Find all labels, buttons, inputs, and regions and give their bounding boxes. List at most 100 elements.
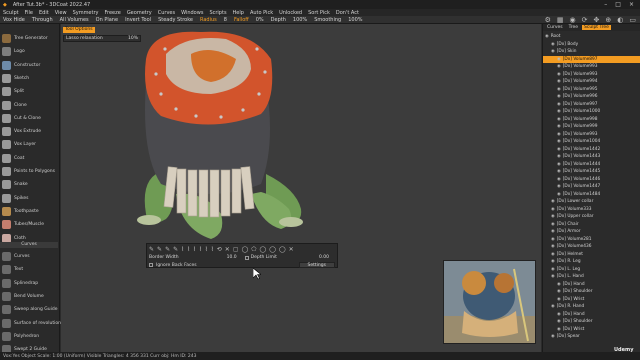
all-volumes-toggle[interactable]: All Volumes [60, 17, 89, 23]
smoothing-value[interactable]: 100% [348, 17, 362, 23]
falloff-label[interactable]: Falloff [234, 17, 249, 23]
tree-row[interactable]: ◉ [Dx] Volume436 [543, 243, 640, 250]
tree-row[interactable]: ◉ [Dx] Volume993 [543, 63, 640, 70]
curves-section-header[interactable]: Curves [0, 242, 58, 248]
visibility-eye-icon[interactable]: ◉ [557, 327, 561, 332]
rotate-icon[interactable]: ⟳ [582, 16, 588, 24]
layout-icon[interactable]: ▭ [629, 16, 636, 24]
visibility-eye-icon[interactable]: ◉ [545, 34, 549, 39]
tool-item[interactable]: Constructor [0, 59, 58, 72]
tree-row[interactable]: ◉ [Dx] L. Hand [543, 273, 640, 280]
visibility-eye-icon[interactable]: ◉ [557, 192, 561, 197]
tree-row[interactable]: ◉ [Dx] Volume994 [543, 78, 640, 85]
tree-row[interactable]: ◉ [Dx] Wrist [543, 296, 640, 303]
tool-item[interactable]: Sketch [0, 72, 58, 85]
tool-item[interactable]: Points to Polygons [0, 165, 58, 178]
menu-item[interactable]: Symmetry [73, 10, 99, 16]
radius-value[interactable]: 8 [224, 17, 227, 23]
visibility-eye-icon[interactable]: ◉ [557, 72, 561, 77]
menu-item[interactable]: Unlocked [279, 10, 302, 16]
visibility-eye-icon[interactable]: ◉ [557, 147, 561, 152]
visibility-eye-icon[interactable]: ◉ [557, 64, 561, 69]
visibility-eye-icon[interactable]: ◉ [557, 124, 561, 129]
tool-item[interactable]: Snake [0, 178, 58, 191]
tool-item[interactable]: Split [0, 85, 58, 98]
curve-mode-icon[interactable]: ⌇ [187, 246, 190, 253]
tool-item[interactable]: Bend Volume [0, 290, 58, 303]
tool-item[interactable]: Sweep along Guide [0, 303, 58, 316]
visibility-eye-icon[interactable]: ◉ [551, 199, 555, 204]
tab-sculpt-tree[interactable]: Sculpt Tree [582, 25, 611, 30]
tool-item[interactable]: Splinedrap [0, 277, 58, 290]
ignore-back-faces-checkbox[interactable] [149, 263, 153, 267]
menu-item[interactable]: Help [233, 10, 244, 16]
tree-row[interactable]: ◉ [Dx] Volume996 [543, 93, 640, 100]
tool-item[interactable]: Toothpaste [0, 205, 58, 218]
tree-row[interactable]: ◉ Root [543, 33, 640, 40]
visibility-eye-icon[interactable]: ◉ [557, 94, 561, 99]
visibility-eye-icon[interactable]: ◉ [557, 132, 561, 137]
tree-row[interactable]: ◉ [Dx] Volume1446 [543, 176, 640, 183]
curve-mode-icon[interactable]: ✎ [157, 246, 162, 253]
tree-row[interactable]: ◉ [Dx] Volume995 [543, 86, 640, 93]
visibility-eye-icon[interactable]: ◉ [557, 319, 561, 324]
tree-row[interactable]: ◉ [Dx] Hand [543, 281, 640, 288]
depth-label[interactable]: Depth [271, 17, 286, 23]
curve-mode-icon[interactable]: ⌇ [193, 246, 196, 253]
curve-mode-icon[interactable]: ▢ [233, 246, 239, 253]
tool-item[interactable]: Logo [0, 45, 58, 58]
curve-mode-icon[interactable]: ⬠ [251, 246, 256, 253]
visibility-eye-icon[interactable]: ◉ [557, 102, 561, 107]
vox-hide-toggle[interactable]: Vox Hide [3, 17, 25, 23]
curve-mode-icon[interactable]: ◯ [259, 246, 266, 253]
on-plane-toggle[interactable]: On Plane [96, 17, 118, 23]
tree-row[interactable]: ◉ [Dx] Spear [543, 333, 640, 340]
visibility-eye-icon[interactable]: ◉ [557, 297, 561, 302]
tree-row[interactable]: ◉ [Dx] Chair [543, 221, 640, 228]
visibility-eye-icon[interactable]: ◉ [551, 252, 555, 257]
visibility-eye-icon[interactable]: ◉ [557, 57, 561, 62]
visibility-eye-icon[interactable]: ◉ [551, 274, 555, 279]
visibility-eye-icon[interactable]: ◉ [551, 237, 555, 242]
tree-row[interactable]: ◉ [Dx] Volume1447 [543, 183, 640, 190]
visibility-eye-icon[interactable]: ◉ [551, 259, 555, 264]
visibility-eye-icon[interactable]: ◉ [557, 87, 561, 92]
curve-mode-icon[interactable]: ✕ [225, 246, 230, 253]
visibility-eye-icon[interactable]: ◉ [551, 222, 555, 227]
visibility-eye-icon[interactable]: ◉ [551, 304, 555, 309]
menu-item[interactable]: Scripts [209, 10, 226, 16]
tool-item[interactable]: Clone [0, 99, 58, 112]
tool-item[interactable]: Polyhedron [0, 330, 58, 343]
tree-row[interactable]: ◉ [Dx] Volume1004 [543, 138, 640, 145]
tool-item[interactable]: Tree Generator [0, 32, 58, 45]
tree-row[interactable]: ◉ [Dx] Volume1484 [543, 191, 640, 198]
settings-button[interactable]: Settings [298, 262, 335, 268]
lasso-relaxation-slider[interactable]: Lasso relaxation 10% [63, 35, 141, 42]
tool-item[interactable]: Tubes/Muscle [0, 218, 58, 231]
tree-row[interactable]: ◉ [Dx] Volume897 [543, 55, 640, 63]
zoom-icon[interactable]: ⊕ [605, 16, 611, 24]
menu-item[interactable]: Freeze [105, 10, 121, 16]
visibility-eye-icon[interactable]: ◉ [557, 184, 561, 189]
visibility-eye-icon[interactable]: ◉ [551, 42, 555, 47]
tree-row[interactable]: ◉ [Dx] Volume1442 [543, 146, 640, 153]
tree-row[interactable]: ◉ [Dx] R. Hand [543, 303, 640, 310]
camera-icon[interactable]: ◉ [570, 16, 576, 24]
menu-item[interactable]: Don't Act [336, 10, 359, 16]
visibility-eye-icon[interactable]: ◉ [551, 334, 555, 339]
tree-row[interactable]: ◉ [Dx] Volume1443 [543, 153, 640, 160]
curve-mode-icon[interactable]: ◯ [241, 246, 248, 253]
visibility-eye-icon[interactable]: ◉ [551, 267, 555, 272]
visibility-eye-icon[interactable]: ◉ [557, 109, 561, 114]
tree-row[interactable]: ◉ [Dx] Armor [543, 228, 640, 235]
tree-row[interactable]: ◉ [Dx] Volume1000 [543, 108, 640, 115]
curve-mode-icon[interactable]: ◯ [279, 246, 286, 253]
tree-row[interactable]: ◉ [Dx] L. Leg [543, 266, 640, 273]
visibility-eye-icon[interactable]: ◉ [557, 177, 561, 182]
tab-curves[interactable]: Curves [545, 25, 565, 30]
tree-row[interactable]: ◉ [Dx] R. Leg [543, 258, 640, 265]
menu-item[interactable]: Windows [181, 10, 203, 16]
steady-stroke-toggle[interactable]: Steady Stroke [158, 17, 193, 23]
menu-item[interactable]: File [25, 10, 33, 16]
depth-value[interactable]: 100% [293, 17, 307, 23]
